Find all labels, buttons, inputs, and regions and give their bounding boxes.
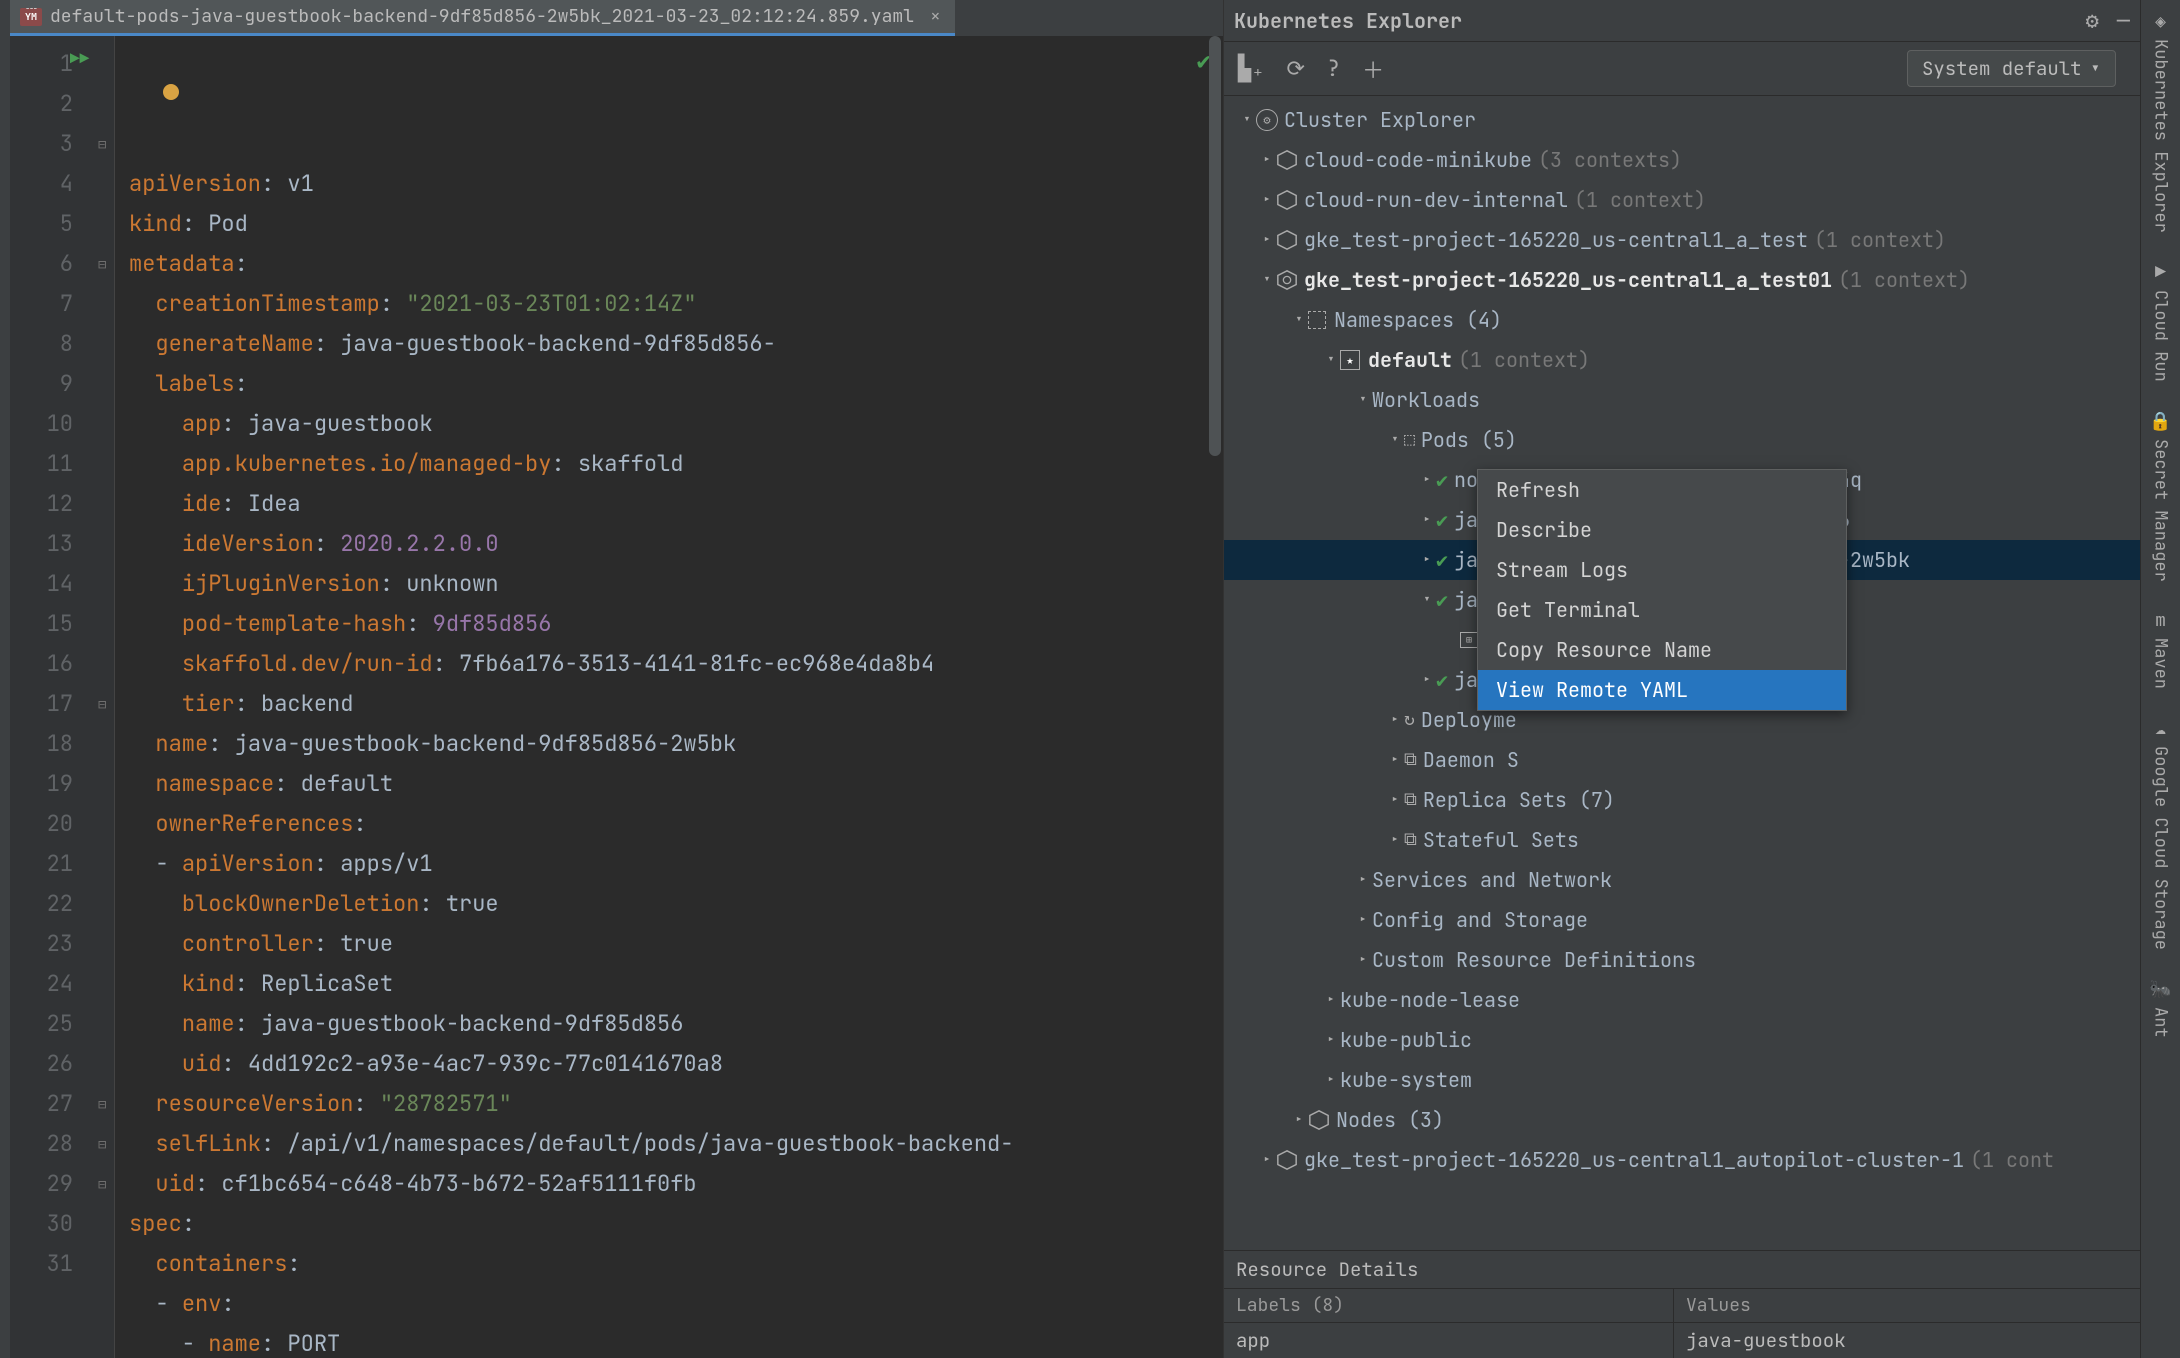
tree-workload-group[interactable]: ▸⧉Stateful Sets [1224, 820, 2140, 860]
chevron-down-icon: ▾ [2090, 56, 2101, 81]
context-menu-item[interactable]: Get Terminal [1478, 590, 1846, 630]
cluster-explorer-icon: ⚙ [1256, 109, 1278, 131]
tab-label: default-pods-java-guestbook-backend-9df8… [50, 5, 914, 28]
tree-cluster[interactable]: ▸gke_test-project-165220_us-central1_a_t… [1224, 220, 2140, 260]
gke-cluster-icon [1276, 269, 1298, 291]
tree-cluster[interactable]: ▸cloud-run-dev-internal(1 context) [1224, 180, 2140, 220]
tree-section[interactable]: ▸Services and Network [1224, 860, 2140, 900]
cluster-icon [1276, 189, 1298, 211]
context-menu-item[interactable]: View Remote YAML [1478, 670, 1846, 710]
cluster-tree[interactable]: ▾⚙ Cluster Explorer ▸cloud-code-minikube… [1224, 96, 2140, 1250]
run-icon[interactable]: ▶▶ [70, 48, 89, 69]
explorer-pane: Kubernetes Explorer ⚙ — ▙₊ ⟳ ? ＋ System … [1224, 0, 2140, 1358]
yaml-file-icon: YM [20, 8, 42, 26]
tree-ns-default[interactable]: ▾★ default (1 context) [1224, 340, 2140, 380]
star-icon: ★ [1340, 350, 1360, 370]
explorer-toolbar: ▙₊ ⟳ ? ＋ System default ▾ [1224, 42, 2140, 96]
workload-icon: ⧉ [1404, 820, 1417, 860]
left-gutter-rail [0, 0, 10, 1358]
refresh-icon[interactable]: ⟳ [1286, 54, 1304, 83]
details-key: app [1224, 1323, 1674, 1358]
dropdown-label: System default [1922, 56, 2082, 81]
tree-workload-group[interactable]: ▸⧉Replica Sets (7) [1224, 780, 2140, 820]
namespace-icon [1308, 311, 1326, 329]
context-menu-item[interactable]: Copy Resource Name [1478, 630, 1846, 670]
context-menu-item[interactable]: Stream Logs [1478, 550, 1846, 590]
explorer-title: Kubernetes Explorer [1234, 8, 1462, 34]
tree-workloads[interactable]: ▾Workloads [1224, 380, 2140, 420]
tree-cluster[interactable]: ▸cloud-code-minikube(3 contexts) [1224, 140, 2140, 180]
fold-gutter[interactable]: ⊟⊟⊟⊟⊟⊟ [95, 36, 115, 1358]
help-icon[interactable]: ? [1327, 54, 1340, 83]
workload-icon: ⧉ [1404, 740, 1417, 780]
gear-icon[interactable]: ⚙ [2086, 6, 2099, 35]
tree-cluster[interactable]: ▸ gke_test-project-165220_us-central1_au… [1224, 1140, 2140, 1180]
status-ok-icon: ✔ [1436, 540, 1448, 580]
resource-details-panel: Resource Details Labels (8) Values app j… [1224, 1250, 2140, 1358]
details-title: Resource Details [1224, 1251, 2140, 1289]
rail-icon: m [2155, 609, 2166, 632]
details-col-labels: Labels (8) [1224, 1289, 1674, 1322]
rail-tab[interactable]: mMaven [2150, 609, 2172, 689]
rail-icon: 🐜 [2149, 978, 2171, 1001]
container-icon: ⊞ [1460, 632, 1478, 648]
editor-pane: YM default-pods-java-guestbook-backend-9… [10, 0, 1224, 1358]
editor-body[interactable]: 1234567891011121314151617181920212223242… [10, 36, 1223, 1358]
cluster-icon [1276, 149, 1298, 171]
vertical-scrollbar[interactable] [1209, 36, 1221, 456]
tree-namespace[interactable]: ▸kube-node-lease [1224, 980, 2140, 1020]
workload-icon: ↻ [1404, 700, 1415, 740]
tree-pods[interactable]: ▾⬚ Pods (5) [1224, 420, 2140, 460]
line-number-gutter: 1234567891011121314151617181920212223242… [10, 36, 95, 1358]
rail-tab[interactable]: ▶Cloud Run [2150, 261, 2172, 382]
context-menu-item[interactable]: Describe [1478, 510, 1846, 550]
rail-icon: 🔒 [2149, 410, 2171, 433]
add-icon[interactable]: ＋ [1362, 53, 1384, 85]
minimize-icon[interactable]: — [2117, 6, 2130, 35]
close-icon[interactable]: × [930, 5, 941, 28]
rail-icon: ◈ [2155, 10, 2166, 33]
tree-section[interactable]: ▸Config and Storage [1224, 900, 2140, 940]
add-cluster-icon[interactable]: ▙₊ [1238, 54, 1264, 83]
tree-workload-group[interactable]: ▸⧉Daemon S [1224, 740, 2140, 780]
details-header: Labels (8) Values [1224, 1289, 2140, 1323]
nodes-icon [1308, 1109, 1330, 1131]
details-col-values: Values [1674, 1289, 1763, 1322]
context-dropdown[interactable]: System default ▾ [1907, 50, 2116, 87]
details-row: app java-guestbook [1224, 1323, 2140, 1358]
details-value: java-guestbook [1674, 1323, 1858, 1358]
rail-icon: ▶ [2155, 261, 2166, 284]
rail-tab[interactable]: 🔒Secret Manager [2149, 410, 2171, 582]
rail-tab[interactable]: ◈Kubernetes Explorer [2150, 10, 2172, 233]
explorer-header: Kubernetes Explorer ⚙ — [1224, 0, 2140, 42]
code-area[interactable]: apiVersion: v1kind: Podmetadata: creatio… [115, 36, 1223, 1358]
status-ok-icon: ✔ [1436, 660, 1448, 700]
context-menu-item[interactable]: Refresh [1478, 470, 1846, 510]
rail-tab[interactable]: ☁Google Cloud Storage [2150, 717, 2172, 950]
tab-bar: YM default-pods-java-guestbook-backend-9… [10, 0, 1223, 36]
rail-icon: ☁ [2155, 717, 2166, 740]
status-ok-icon: ✔ [1436, 500, 1448, 540]
tree-section[interactable]: ▸Custom Resource Definitions [1224, 940, 2140, 980]
cluster-icon [1276, 229, 1298, 251]
tree-root[interactable]: ▾⚙ Cluster Explorer [1224, 100, 2140, 140]
editor-tab[interactable]: YM default-pods-java-guestbook-backend-9… [10, 0, 955, 36]
tree-cluster-active[interactable]: ▾ gke_test-project-165220_us-central1_a_… [1224, 260, 2140, 300]
tree-namespaces[interactable]: ▾ Namespaces (4) [1224, 300, 2140, 340]
pods-icon: ⬚ [1404, 420, 1415, 460]
cluster-icon [1276, 1149, 1298, 1171]
tree-nodes[interactable]: ▸ Nodes (3) [1224, 1100, 2140, 1140]
caret-indicator [163, 84, 179, 100]
right-tool-rail: ◈Kubernetes Explorer ▶Cloud Run 🔒Secret Ma… [2140, 0, 2180, 1358]
workload-icon: ⧉ [1404, 780, 1417, 820]
status-ok-icon: ✔ [1436, 460, 1448, 500]
rail-tab[interactable]: 🐜Ant [2149, 978, 2171, 1038]
tree-namespace[interactable]: ▸kube-public [1224, 1020, 2140, 1060]
context-menu: RefreshDescribeStream LogsGet TerminalCo… [1477, 469, 1847, 711]
tree-namespace[interactable]: ▸kube-system [1224, 1060, 2140, 1100]
status-ok-icon: ✔ [1436, 580, 1448, 620]
